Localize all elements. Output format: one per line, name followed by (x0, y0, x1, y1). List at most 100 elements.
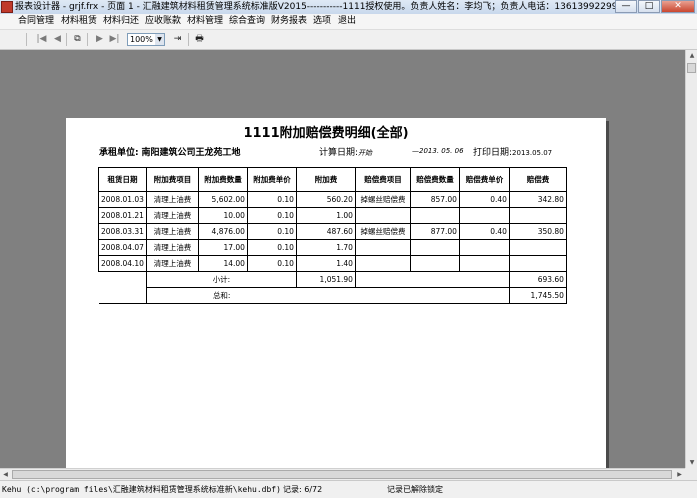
table-cell: 清理上油费 (145, 191, 199, 208)
menu-rent[interactable]: 材料租赁 (61, 15, 97, 28)
minimize-button[interactable]: — (615, 0, 637, 13)
table-cell (508, 255, 567, 272)
vertical-scrollbar[interactable]: ▲ ▼ (685, 50, 697, 468)
table-cell (409, 207, 460, 224)
table-cell: 560.20 (295, 191, 356, 208)
col-header: 租赁日期 (98, 167, 147, 192)
prev-page-icon[interactable]: ◀ (51, 33, 64, 46)
table-cell (354, 207, 411, 224)
table-cell: 342.80 (508, 191, 567, 208)
print-icon[interactable]: 🖶 (193, 33, 206, 46)
menu-bar: 合同管理 材料租赁 材料归还 应收账款 材料管理 综合查询 财务报表 选项 退出 (0, 14, 697, 30)
table-cell: 1.00 (295, 207, 356, 224)
table-cell: 0.10 (246, 239, 297, 256)
calc-date-label: 计算日期: (319, 148, 359, 158)
table-row: 2008.01.21 清理上油费 10.00 0.10 1.00 (98, 207, 567, 224)
table-row: 2008.03.31 清理上油费 4,876.00 0.10 487.60 掉螺… (98, 223, 567, 240)
scroll-thumb[interactable] (12, 470, 672, 479)
toolbar: |◀ ◀ ⧉ ▶ ▶| 100% ▼ ⇥ 🖶 (0, 30, 697, 50)
status-bar: Kehu (c:\program files\汇融建筑材料租赁管理系统标准新\k… (0, 480, 697, 498)
print-date-info: 打印日期:2013.05.07 (473, 145, 552, 158)
table-cell (458, 239, 510, 256)
horizontal-scrollbar[interactable]: ◀ ▶ (0, 468, 685, 480)
goto-icon[interactable]: ⇥ (171, 33, 184, 46)
first-page-icon[interactable]: |◀ (35, 33, 48, 46)
table-cell: 清理上油费 (145, 223, 199, 240)
table-cell (458, 207, 510, 224)
status-db-path: Kehu (c:\program files\汇融建筑材料租赁管理系统标准新\k… (2, 485, 281, 494)
scroll-thumb[interactable] (687, 63, 696, 73)
print-date-label: 打印日期: (473, 148, 513, 158)
scroll-down-icon[interactable]: ▼ (687, 457, 697, 468)
col-header: 赔偿费数量 (409, 167, 460, 192)
menu-receivable[interactable]: 应收账款 (145, 15, 181, 28)
table-cell (354, 239, 411, 256)
scroll-right-icon[interactable]: ▶ (674, 469, 685, 480)
table-cell (354, 255, 411, 272)
table-cell: 350.80 (508, 223, 567, 240)
table-cell: 掉螺丝赔偿费 (354, 223, 411, 240)
scroll-up-icon[interactable]: ▲ (687, 50, 697, 61)
menu-options[interactable]: 选项 (313, 15, 331, 28)
table-cell: 2008.03.31 (98, 223, 147, 240)
subtotal-comp: 693.60 (508, 271, 567, 288)
table-cell: 2008.04.10 (98, 255, 147, 272)
table-header-row: 租赁日期 附加费项目 附加费数量 附加费单价 附加费 赔偿费项目 赔偿费数量 赔… (98, 167, 567, 192)
col-header: 附加费数量 (197, 167, 248, 192)
toolbar-separator (66, 33, 67, 46)
tenant-label: 承租单位: (99, 148, 139, 158)
table-cell: 17.00 (197, 239, 248, 256)
subtotal-row: 小计: 1,051.90 693.60 (98, 271, 567, 288)
table-cell: 清理上油费 (145, 255, 199, 272)
calc-date-info: 计算日期:开始 (319, 145, 372, 158)
table-cell: 掉螺丝赔偿费 (354, 191, 411, 208)
table-cell: 0.10 (246, 255, 297, 272)
toolbar-separator (87, 33, 88, 46)
table-cell (296, 287, 510, 304)
table-cell: 清理上油费 (145, 207, 199, 224)
col-header: 附加费项目 (145, 167, 199, 192)
menu-contract[interactable]: 合同管理 (18, 15, 54, 28)
table-cell: 清理上油费 (145, 239, 199, 256)
calc-date-to: —2013. 05. 06 (412, 147, 464, 155)
table-cell: 1.40 (295, 255, 356, 272)
menu-material[interactable]: 材料管理 (187, 15, 223, 28)
table-cell: 877.00 (409, 223, 460, 240)
copy-pages-icon[interactable]: ⧉ (71, 33, 84, 46)
table-cell (354, 271, 510, 288)
menu-return[interactable]: 材料归还 (103, 15, 139, 28)
menu-query[interactable]: 综合查询 (229, 15, 265, 28)
total-value: 1,745.50 (508, 287, 567, 304)
table-row: 2008.04.07 清理上油费 17.00 0.10 1.70 (98, 239, 567, 256)
tenant-info: 承租单位: 南阳建筑公司王龙苑工地 (99, 145, 241, 158)
maximize-button[interactable]: □ (638, 0, 660, 13)
scroll-left-icon[interactable]: ◀ (0, 469, 11, 480)
table-cell (409, 255, 460, 272)
table-cell: 14.00 (197, 255, 248, 272)
table-cell: 0.40 (458, 223, 510, 240)
menu-finance[interactable]: 财务报表 (271, 15, 307, 28)
print-date: 2013.05.07 (512, 149, 553, 157)
close-button[interactable]: ✕ (661, 0, 695, 13)
total-row: 总和: 1,745.50 (98, 287, 567, 304)
menu-exit[interactable]: 退出 (338, 15, 356, 28)
last-page-icon[interactable]: ▶| (108, 33, 121, 46)
tenant-name: 南阳建筑公司王龙苑工地 (141, 148, 241, 158)
col-header: 赔偿费单价 (458, 167, 510, 192)
table-cell: 0.10 (246, 207, 297, 224)
table-cell: 0.40 (458, 191, 510, 208)
table-cell (508, 239, 567, 256)
table-row: 2008.01.03 清理上油费 5,602.00 0.10 560.20 掉螺… (98, 191, 567, 208)
table-cell: 0.10 (246, 223, 297, 240)
calc-date-from: 开始 (358, 149, 373, 157)
table-cell: 2008.01.21 (98, 207, 147, 224)
zoom-value: 100% (130, 35, 153, 44)
table-cell: 857.00 (409, 191, 460, 208)
table-cell: 1.70 (295, 239, 356, 256)
report-table: 租赁日期 附加费项目 附加费数量 附加费单价 附加费 赔偿费项目 赔偿费数量 赔… (98, 167, 567, 304)
table-cell (409, 239, 460, 256)
next-page-icon[interactable]: ▶ (93, 33, 106, 46)
table-cell (98, 271, 147, 288)
zoom-select[interactable]: 100% ▼ (127, 33, 165, 46)
col-header: 附加费单价 (246, 167, 297, 192)
